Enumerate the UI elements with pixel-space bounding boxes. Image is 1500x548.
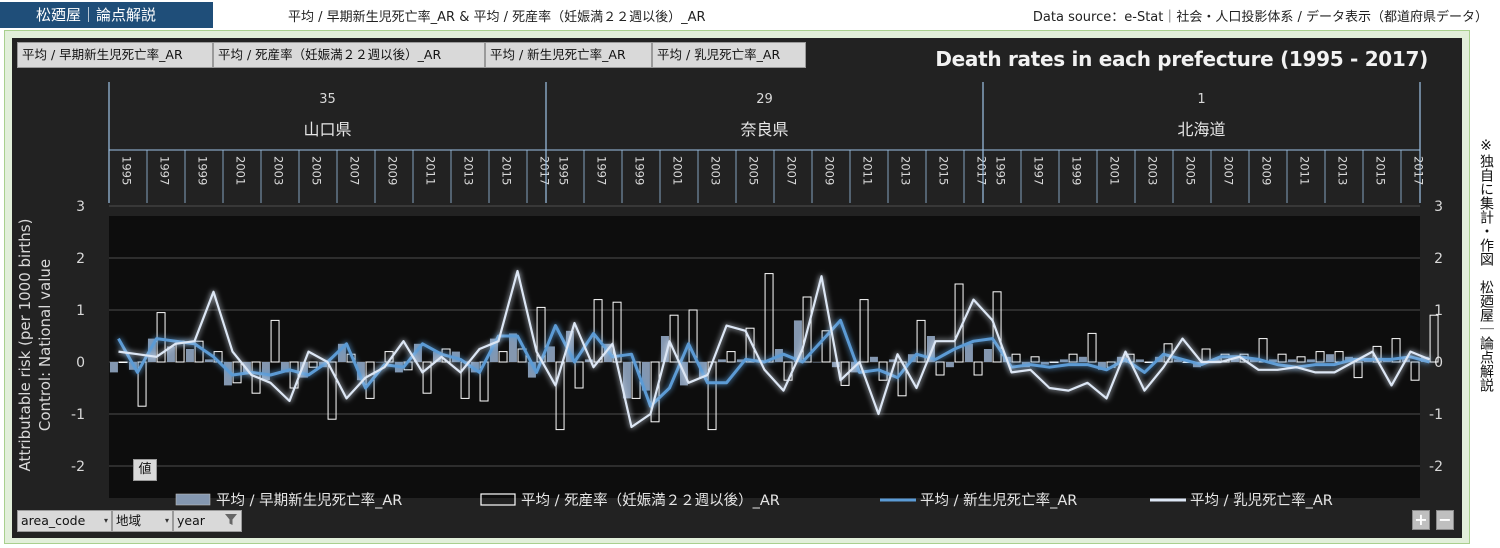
year-tick-label: 2011 bbox=[1298, 156, 1312, 185]
year-tick-label: 2015 bbox=[1374, 156, 1388, 185]
year-tick-label: 2005 bbox=[310, 156, 324, 185]
year-tick-label: 2001 bbox=[234, 156, 248, 185]
year-tick-label: 2011 bbox=[861, 156, 875, 185]
year-tick-label: 2005 bbox=[747, 156, 761, 185]
bar-early-neonatal bbox=[261, 362, 270, 381]
group-name-label: 北海道 bbox=[1177, 120, 1225, 139]
filter-year[interactable]: year bbox=[173, 510, 242, 532]
year-tick-label: 2007 bbox=[1222, 156, 1236, 185]
collapse-button[interactable]: − bbox=[1436, 510, 1454, 530]
year-tick-label: 1999 bbox=[196, 156, 210, 185]
bar-early-neonatal bbox=[508, 333, 517, 362]
bar-early-neonatal bbox=[1135, 359, 1144, 362]
bar-early-neonatal bbox=[793, 320, 802, 362]
legend-label: 平均 / 早期新生児死亡率_AR bbox=[216, 492, 402, 509]
filter-area-code[interactable]: area_code ▾ bbox=[17, 510, 112, 532]
year-tick-label: 2009 bbox=[1260, 156, 1274, 185]
year-tick-label: 2013 bbox=[1336, 156, 1350, 185]
year-tick-label: 2009 bbox=[823, 156, 837, 185]
bar-early-neonatal bbox=[983, 349, 992, 362]
legend-label: 平均 / 死産率（妊娠満２２週以後）_AR bbox=[521, 492, 780, 509]
bar-stillbirth bbox=[1049, 361, 1059, 363]
y-tick-label-right: 2 bbox=[1434, 251, 1443, 267]
year-tick-label: 1995 bbox=[120, 156, 134, 185]
year-tick-label: 2017 bbox=[538, 156, 552, 185]
year-tick-label: 1995 bbox=[994, 156, 1008, 185]
bar-early-neonatal bbox=[869, 356, 878, 362]
year-tick-label: 1997 bbox=[1032, 156, 1046, 185]
filter-funnel-icon[interactable] bbox=[224, 513, 238, 535]
year-tick-label: 2011 bbox=[424, 156, 438, 185]
bar-stillbirth bbox=[118, 361, 128, 363]
year-tick-label: 1995 bbox=[557, 156, 571, 185]
y-tick-label-left: -1 bbox=[71, 407, 85, 423]
bar-early-neonatal bbox=[1059, 359, 1068, 362]
filter-region[interactable]: 地域 ▾ bbox=[112, 510, 173, 532]
bar-early-neonatal bbox=[109, 362, 118, 373]
bar-early-neonatal bbox=[204, 359, 213, 362]
bar-early-neonatal bbox=[1040, 362, 1049, 365]
side-note: ※独自に集計・作図 松廼屋｜論点解説 bbox=[1478, 138, 1494, 392]
y-tick-label-left: 2 bbox=[76, 251, 85, 267]
bar-early-neonatal bbox=[185, 349, 194, 362]
dropdown-arrow-icon[interactable]: ▾ bbox=[165, 511, 169, 531]
year-tick-label: 2017 bbox=[1412, 156, 1426, 185]
y-tick-label-right: -1 bbox=[1429, 407, 1443, 423]
y-tick-label-right: 3 bbox=[1434, 199, 1443, 215]
filter-year-label: year bbox=[177, 513, 205, 528]
group-name-label: 奈良県 bbox=[740, 120, 788, 139]
bar-early-neonatal bbox=[964, 343, 973, 362]
year-tick-label: 2015 bbox=[500, 156, 514, 185]
year-tick-label: 2003 bbox=[272, 156, 286, 185]
year-tick-label: 2003 bbox=[709, 156, 723, 185]
bar-early-neonatal bbox=[375, 362, 384, 363]
bar-early-neonatal bbox=[717, 359, 726, 362]
bar-early-neonatal bbox=[1078, 356, 1087, 362]
bar-early-neonatal bbox=[546, 346, 555, 362]
bar-early-neonatal bbox=[1306, 359, 1315, 362]
dropdown-arrow-icon[interactable]: ▾ bbox=[104, 511, 108, 531]
bar-early-neonatal bbox=[812, 362, 821, 363]
bar-early-neonatal bbox=[945, 362, 954, 368]
year-tick-label: 2007 bbox=[348, 156, 362, 185]
y-tick-label-left: 1 bbox=[76, 303, 85, 319]
year-tick-label: 2001 bbox=[671, 156, 685, 185]
year-tick-label: 2005 bbox=[1184, 156, 1198, 185]
legend-label: 平均 / 新生児死亡率_AR bbox=[920, 492, 1077, 509]
legend-swatch-early-neonatal bbox=[175, 493, 211, 506]
group-code-label: 1 bbox=[1197, 92, 1205, 107]
year-tick-label: 2015 bbox=[937, 156, 951, 185]
year-tick-label: 2003 bbox=[1146, 156, 1160, 185]
bar-early-neonatal bbox=[1325, 354, 1334, 362]
year-tick-label: 2001 bbox=[1108, 156, 1122, 185]
year-tick-label: 1999 bbox=[1070, 156, 1084, 185]
group-code-label: 29 bbox=[756, 92, 773, 107]
group-code-label: 35 bbox=[319, 92, 336, 107]
year-tick-label: 2013 bbox=[462, 156, 476, 185]
year-tick-label: 1997 bbox=[158, 156, 172, 185]
year-tick-label: 2017 bbox=[975, 156, 989, 185]
legend-label: 平均 / 乳児死亡率_AR bbox=[1190, 492, 1333, 509]
bar-early-neonatal bbox=[1287, 359, 1296, 362]
group-name-label: 山口県 bbox=[303, 120, 351, 139]
y-tick-label-right: -2 bbox=[1429, 459, 1443, 475]
filter-area-code-label: area_code bbox=[21, 513, 86, 528]
y-tick-label-left: -2 bbox=[71, 459, 85, 475]
year-tick-label: 2013 bbox=[899, 156, 913, 185]
year-tick-label: 1999 bbox=[633, 156, 647, 185]
chart-svg: -2 -2-1 -10 01 12 23 3Attributable risk (per 1… bbox=[16, 82, 1460, 509]
year-tick-label: 1997 bbox=[595, 156, 609, 185]
expand-button[interactable]: + bbox=[1412, 510, 1430, 530]
y-axis-label: Attributable risk (per 1000 births) bbox=[16, 219, 34, 472]
year-tick-label: 2009 bbox=[386, 156, 400, 185]
filter-region-label: 地域 bbox=[116, 513, 142, 528]
y-axis-label-2: Control: National value bbox=[36, 259, 54, 431]
y-tick-label-left: 0 bbox=[76, 355, 85, 371]
y-tick-label-left: 3 bbox=[76, 199, 85, 215]
values-field-tag[interactable]: 値 bbox=[133, 459, 157, 481]
bar-stillbirth bbox=[1144, 361, 1154, 363]
year-tick-label: 2007 bbox=[785, 156, 799, 185]
